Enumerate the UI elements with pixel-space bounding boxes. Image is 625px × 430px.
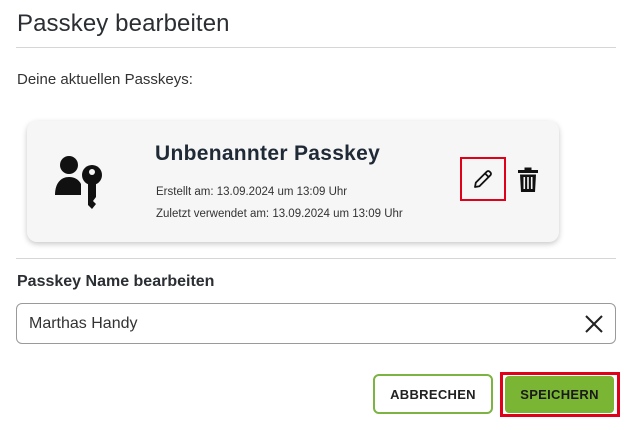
pencil-icon	[474, 170, 492, 188]
trash-icon	[518, 167, 538, 192]
passkey-name: Unbenannter Passkey	[155, 142, 381, 165]
page-title: Passkey bearbeiten	[17, 10, 230, 37]
cancel-button[interactable]: ABBRECHEN	[373, 374, 493, 414]
passkey-name-field-label: Passkey Name bearbeiten	[17, 273, 215, 290]
save-button[interactable]: SPEICHERN	[505, 376, 614, 413]
close-icon[interactable]	[583, 313, 605, 335]
edit-passkey-button[interactable]	[460, 157, 506, 201]
title-divider	[16, 47, 616, 48]
delete-passkey-button[interactable]	[515, 166, 541, 194]
passkey-created: Erstellt am: 13.09.2024 um 13:09 Uhr	[156, 186, 348, 198]
user-key-icon	[55, 156, 102, 209]
current-passkeys-label: Deine aktuellen Passkeys:	[17, 71, 193, 88]
passkey-edit-dialog: Passkey bearbeiten Deine aktuellen Passk…	[0, 0, 625, 430]
passkey-last-used: Zuletzt verwendet am: 13.09.2024 um 13:0…	[156, 208, 403, 220]
section-divider	[16, 258, 616, 259]
passkey-name-input[interactable]	[29, 304, 569, 343]
passkey-card: Unbenannter Passkey Erstellt am: 13.09.2…	[27, 121, 559, 242]
passkey-name-field	[16, 303, 616, 344]
